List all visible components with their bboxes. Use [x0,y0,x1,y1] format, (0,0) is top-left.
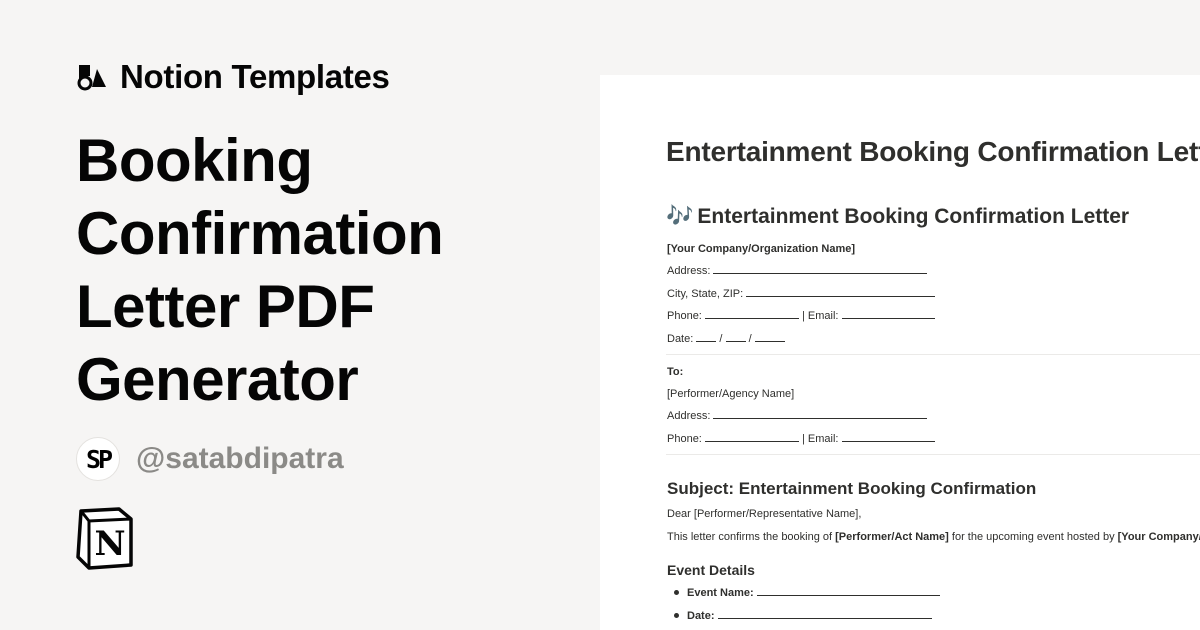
email-label: | Email: [802,433,839,445]
phone-label: Phone: [667,310,702,322]
notion-logo-icon: N [76,507,133,570]
event-item-date: Date: [687,609,932,623]
bullet-dot [674,590,679,595]
address-label: Address: [667,265,711,277]
greeting: Dear [Performer/Representative Name], [667,508,862,520]
recipient-phone-blank[interactable] [704,432,799,442]
address-label: Address: [667,410,711,422]
title-line: Generator [76,346,359,413]
event-item-label: Event Name: [687,587,754,599]
date-label: Date: [667,333,694,345]
divider [666,354,1200,355]
document-heading: 🎶 Entertainment Booking Confirmation Let… [666,204,1129,229]
recipient-address-blank[interactable] [713,409,928,419]
city-label: City, State, ZIP: [667,288,744,300]
address-line: Address: [667,264,928,278]
date-day-blank[interactable] [725,332,746,342]
performer-name: [Performer/Agency Name] [667,388,795,400]
document-heading-text: Entertainment Booking Confirmation Lette… [697,204,1130,228]
phone-blank[interactable] [704,309,799,319]
subject-heading: Subject: Entertainment Booking Confirmat… [667,479,1037,498]
author-handle[interactable]: @satabdipatra [136,439,344,479]
recipient-address-line: Address: [667,409,928,423]
body-prefix: This letter confirms the booking of [667,531,833,543]
city-line: City, State, ZIP: [667,287,936,301]
event-details-heading: Event Details [667,562,755,578]
email-label: | Email: [802,310,839,322]
date-year-blank[interactable] [754,332,785,342]
phone-label: Phone: [667,433,702,445]
brand-name: Notion Templates [120,58,390,95]
event-date-blank[interactable] [717,609,932,619]
phone-email-line: Phone: | Email: [667,309,935,323]
event-item-label: Date: [687,610,715,622]
body-paragraph: This letter confirms the booking of [Per… [667,530,1200,544]
shapes-icon [77,65,106,91]
document-preview[interactable]: Entertainment Booking Confirmation Lette… [600,75,1200,630]
recipient-phone-email-line: Phone: | Email: [667,432,935,446]
date-month-blank[interactable] [696,332,717,342]
title-line: Letter PDF [76,273,375,340]
body-mid: for the upcoming event hosted by [951,531,1115,543]
logo-letter: N [94,524,125,564]
author[interactable]: SP @satabdipatra [76,437,344,481]
date-line: Date: / / [667,332,785,346]
avatar[interactable]: SP [76,437,120,481]
title-line: Confirmation [76,200,444,267]
event-item-name: Event Name: [687,586,940,600]
body-host: [Your Company/Organization Name] [1117,531,1200,543]
page-title: Booking Confirmation Letter PDF Generato… [76,124,546,416]
date-separator: / [719,333,723,345]
date-separator: / [748,333,752,345]
document-title: Entertainment Booking Confirmation Lette… [666,136,1200,167]
company-name: [Your Company/Organization Name] [667,243,856,255]
brand: Notion Templates [76,58,390,96]
to-label: To: [667,366,684,378]
event-name-blank[interactable] [756,586,940,596]
music-notes-icon: 🎶 [666,204,694,229]
email-blank[interactable] [841,309,935,319]
divider [666,454,1200,455]
title-line: Booking [76,127,313,194]
recipient-email-blank[interactable] [841,432,935,442]
city-blank[interactable] [746,287,936,297]
address-blank[interactable] [713,264,928,274]
bullet-dot [674,613,679,618]
body-act: [Performer/Act Name] [835,531,949,543]
